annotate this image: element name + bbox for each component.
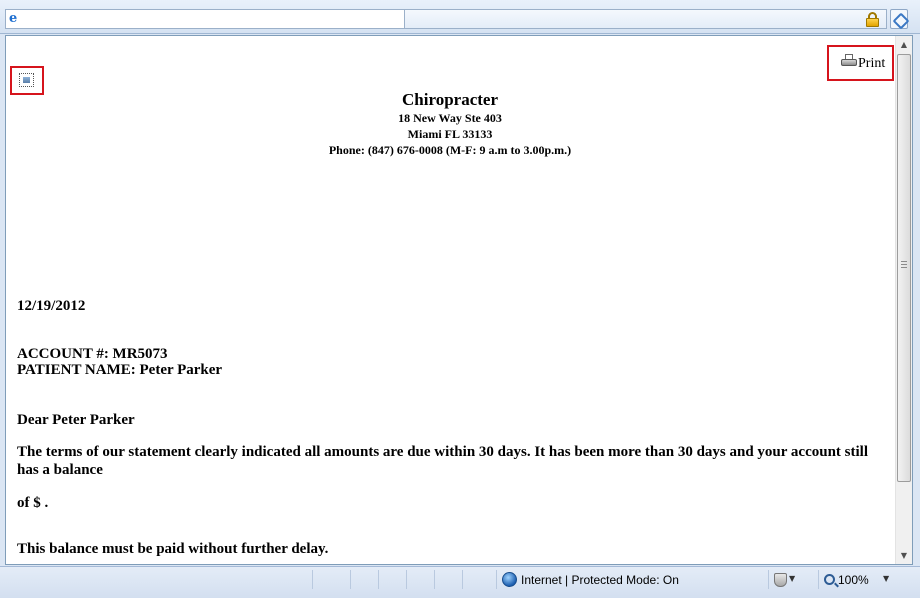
letter-body: The terms of our statement clearly indic…	[17, 444, 868, 478]
zoom-level: 100%	[838, 573, 869, 587]
clinic-name: Chiropracter	[402, 90, 498, 109]
page-viewport: Print Chiropracter 18 New Way Ste 403 Mi…	[5, 35, 913, 565]
scroll-thumb[interactable]	[897, 54, 911, 482]
scroll-down-button[interactable]: ▼	[896, 547, 912, 564]
zoom-icon	[824, 574, 835, 585]
letter-closing: This balance must be paid without furthe…	[17, 541, 329, 557]
status-divider	[496, 570, 497, 589]
ie-page-icon: e	[9, 11, 18, 26]
address-line-1: 18 New Way Ste 403	[398, 111, 502, 125]
address-bar-extension	[405, 9, 887, 29]
status-divider	[462, 570, 463, 589]
zoom-control[interactable]: 100%	[824, 571, 869, 589]
image-thumbnail-icon	[19, 73, 34, 87]
lock-icon[interactable]	[866, 12, 879, 27]
scroll-up-button[interactable]: ▲	[896, 36, 912, 53]
status-divider	[818, 570, 819, 589]
compatibility-view-icon[interactable]	[890, 9, 908, 29]
security-zone[interactable]: Internet | Protected Mode: On	[502, 571, 679, 589]
chevron-down-icon[interactable]: ▼	[883, 574, 889, 583]
protected-mode-shield-icon[interactable]	[774, 573, 787, 587]
status-divider	[768, 570, 769, 589]
print-label: Print	[858, 56, 886, 71]
print-button[interactable]: Print	[827, 45, 894, 81]
clinic-phone: Phone: (847) 676-0008 (M-F: 9 a.m to 3.0…	[328, 143, 572, 157]
status-bar: Internet | Protected Mode: On ▼ 100% ▼	[0, 566, 920, 598]
letter-date: 12/19/2012	[17, 298, 86, 314]
globe-icon	[502, 572, 517, 587]
vertical-scrollbar[interactable]: ▲ ▼	[895, 36, 912, 564]
status-divider	[312, 570, 313, 589]
status-divider	[406, 570, 407, 589]
browser-top-bar: e	[0, 0, 920, 34]
letter-greeting: Dear Peter Parker	[17, 412, 135, 428]
scroll-grip-icon	[901, 261, 907, 268]
chevron-down-icon[interactable]: ▼	[789, 574, 795, 583]
security-zone-label: Internet | Protected Mode: On	[521, 573, 679, 587]
patient-name: PATIENT NAME: Peter Parker	[17, 362, 223, 378]
status-divider	[350, 570, 351, 589]
status-divider	[434, 570, 435, 589]
letterhead: Chiropracter 18 New Way Ste 403 Miami FL…	[6, 90, 894, 158]
printer-icon	[841, 54, 857, 68]
status-divider	[378, 570, 379, 589]
address-bar[interactable]: e	[5, 9, 405, 29]
address-line-2: Miami FL 33133	[407, 127, 493, 141]
balance-amount: of $ .	[17, 495, 49, 511]
